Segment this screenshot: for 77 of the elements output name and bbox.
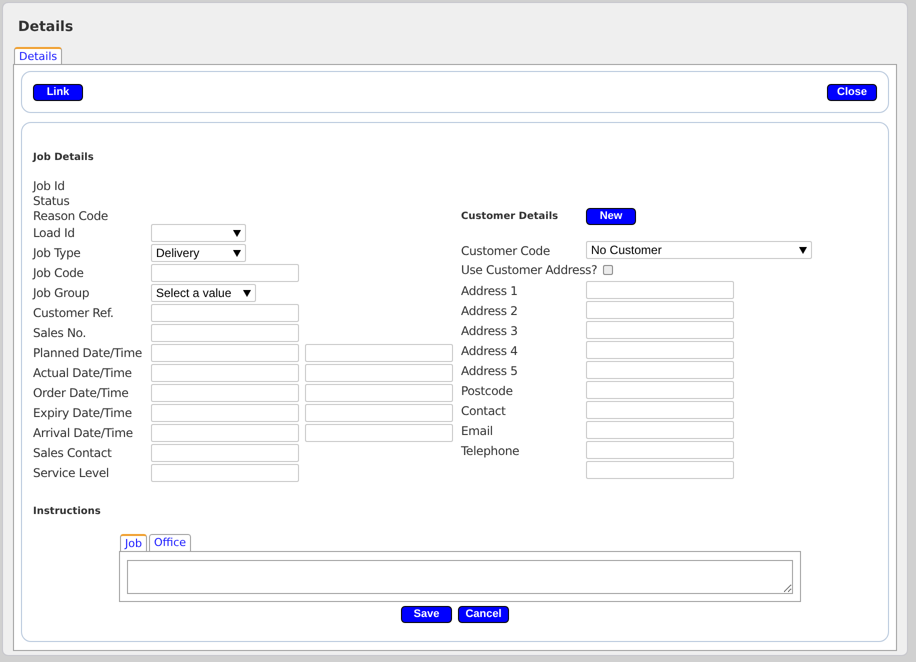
tab[interactable]: Job — [120, 534, 147, 551]
text-field[interactable] — [586, 361, 734, 379]
field-label: Job Code — [33, 265, 85, 282]
text-field[interactable] — [586, 321, 734, 339]
dropdown-value: Select a value — [156, 285, 232, 302]
text-field[interactable] — [586, 281, 734, 299]
field-label: Address 3 — [461, 324, 518, 338]
field-label: Load Id — [33, 225, 76, 242]
field-label: Expiry Date/Time — [33, 405, 133, 422]
toolbar-button[interactable]: Close — [827, 84, 877, 100]
text-field[interactable] — [586, 441, 734, 459]
dropdown[interactable]: Select a value — [151, 284, 256, 302]
text-field[interactable] — [305, 364, 453, 382]
section-heading: Customer Details — [461, 210, 560, 224]
dropdown-value: No Customer — [591, 242, 662, 259]
instructions-field[interactable] — [127, 560, 793, 594]
text-field[interactable] — [151, 264, 299, 282]
caret-icon — [233, 250, 241, 256]
text-field[interactable] — [151, 384, 299, 402]
text-field[interactable] — [305, 404, 453, 422]
field-label: Job Group — [33, 285, 90, 302]
text-field[interactable] — [305, 344, 453, 362]
field-label: Customer Code — [461, 244, 550, 258]
text-field[interactable] — [586, 341, 734, 359]
tab[interactable]: Details — [14, 47, 62, 64]
field-label: Sales No. — [33, 325, 87, 342]
text-field[interactable] — [151, 424, 299, 442]
field-label: Actual Date/Time — [33, 365, 133, 382]
field-label: Address 2 — [461, 304, 518, 318]
field-label: Status — [33, 192, 70, 210]
footer-button[interactable]: Save — [401, 606, 452, 623]
caret-icon — [243, 290, 252, 296]
field-label: Use Customer Address? — [461, 262, 598, 279]
dropdown-value: Delivery — [156, 245, 200, 262]
text-field[interactable] — [151, 464, 299, 482]
field-label: Telephone — [461, 444, 520, 458]
text-field[interactable] — [586, 301, 734, 319]
text-field[interactable] — [586, 421, 734, 439]
section-heading: Job Details — [33, 151, 95, 165]
tab[interactable]: Office — [148, 534, 192, 551]
field-label: Service Level — [33, 465, 110, 482]
text-field[interactable] — [305, 384, 453, 402]
dropdown[interactable]: No Customer — [586, 241, 812, 259]
field-label: Postcode — [461, 384, 513, 398]
field-label: Arrival Date/Time — [33, 425, 134, 442]
field-label: Email — [461, 424, 493, 438]
field-label: Reason Code — [33, 208, 109, 224]
window-title: Details — [18, 18, 74, 37]
caret-icon — [233, 230, 241, 236]
caret-icon — [799, 246, 807, 254]
toolbar-button[interactable]: Link — [33, 84, 83, 100]
text-field[interactable] — [586, 401, 734, 419]
text-field[interactable] — [151, 304, 299, 322]
text-field[interactable] — [151, 444, 299, 462]
checkbox[interactable] — [603, 265, 614, 275]
field-label: Job Id — [33, 178, 66, 194]
footer-button[interactable]: Cancel — [458, 606, 509, 623]
field-label: Customer Ref. — [33, 305, 115, 322]
new-button[interactable]: New — [586, 208, 636, 224]
dropdown[interactable]: Delivery — [151, 244, 246, 262]
field-label: Contact — [461, 404, 506, 418]
field-label: Planned Date/Time — [33, 345, 143, 362]
field-label: Order Date/Time — [33, 385, 130, 402]
text-field[interactable] — [151, 324, 299, 342]
text-field[interactable] — [151, 344, 299, 362]
dropdown[interactable] — [151, 224, 246, 242]
field-label: Job Type — [33, 245, 82, 262]
field-label: Address 4 — [461, 344, 518, 358]
text-field[interactable] — [305, 424, 453, 442]
text-field[interactable] — [586, 381, 734, 399]
field-label: Sales Contact — [33, 445, 113, 462]
text-field[interactable] — [151, 404, 299, 422]
text-field[interactable] — [151, 364, 299, 382]
field-label: Address 1 — [461, 284, 518, 298]
section-heading: Instructions — [33, 505, 102, 519]
field-label: Address 5 — [461, 364, 518, 378]
text-field[interactable] — [586, 461, 734, 479]
